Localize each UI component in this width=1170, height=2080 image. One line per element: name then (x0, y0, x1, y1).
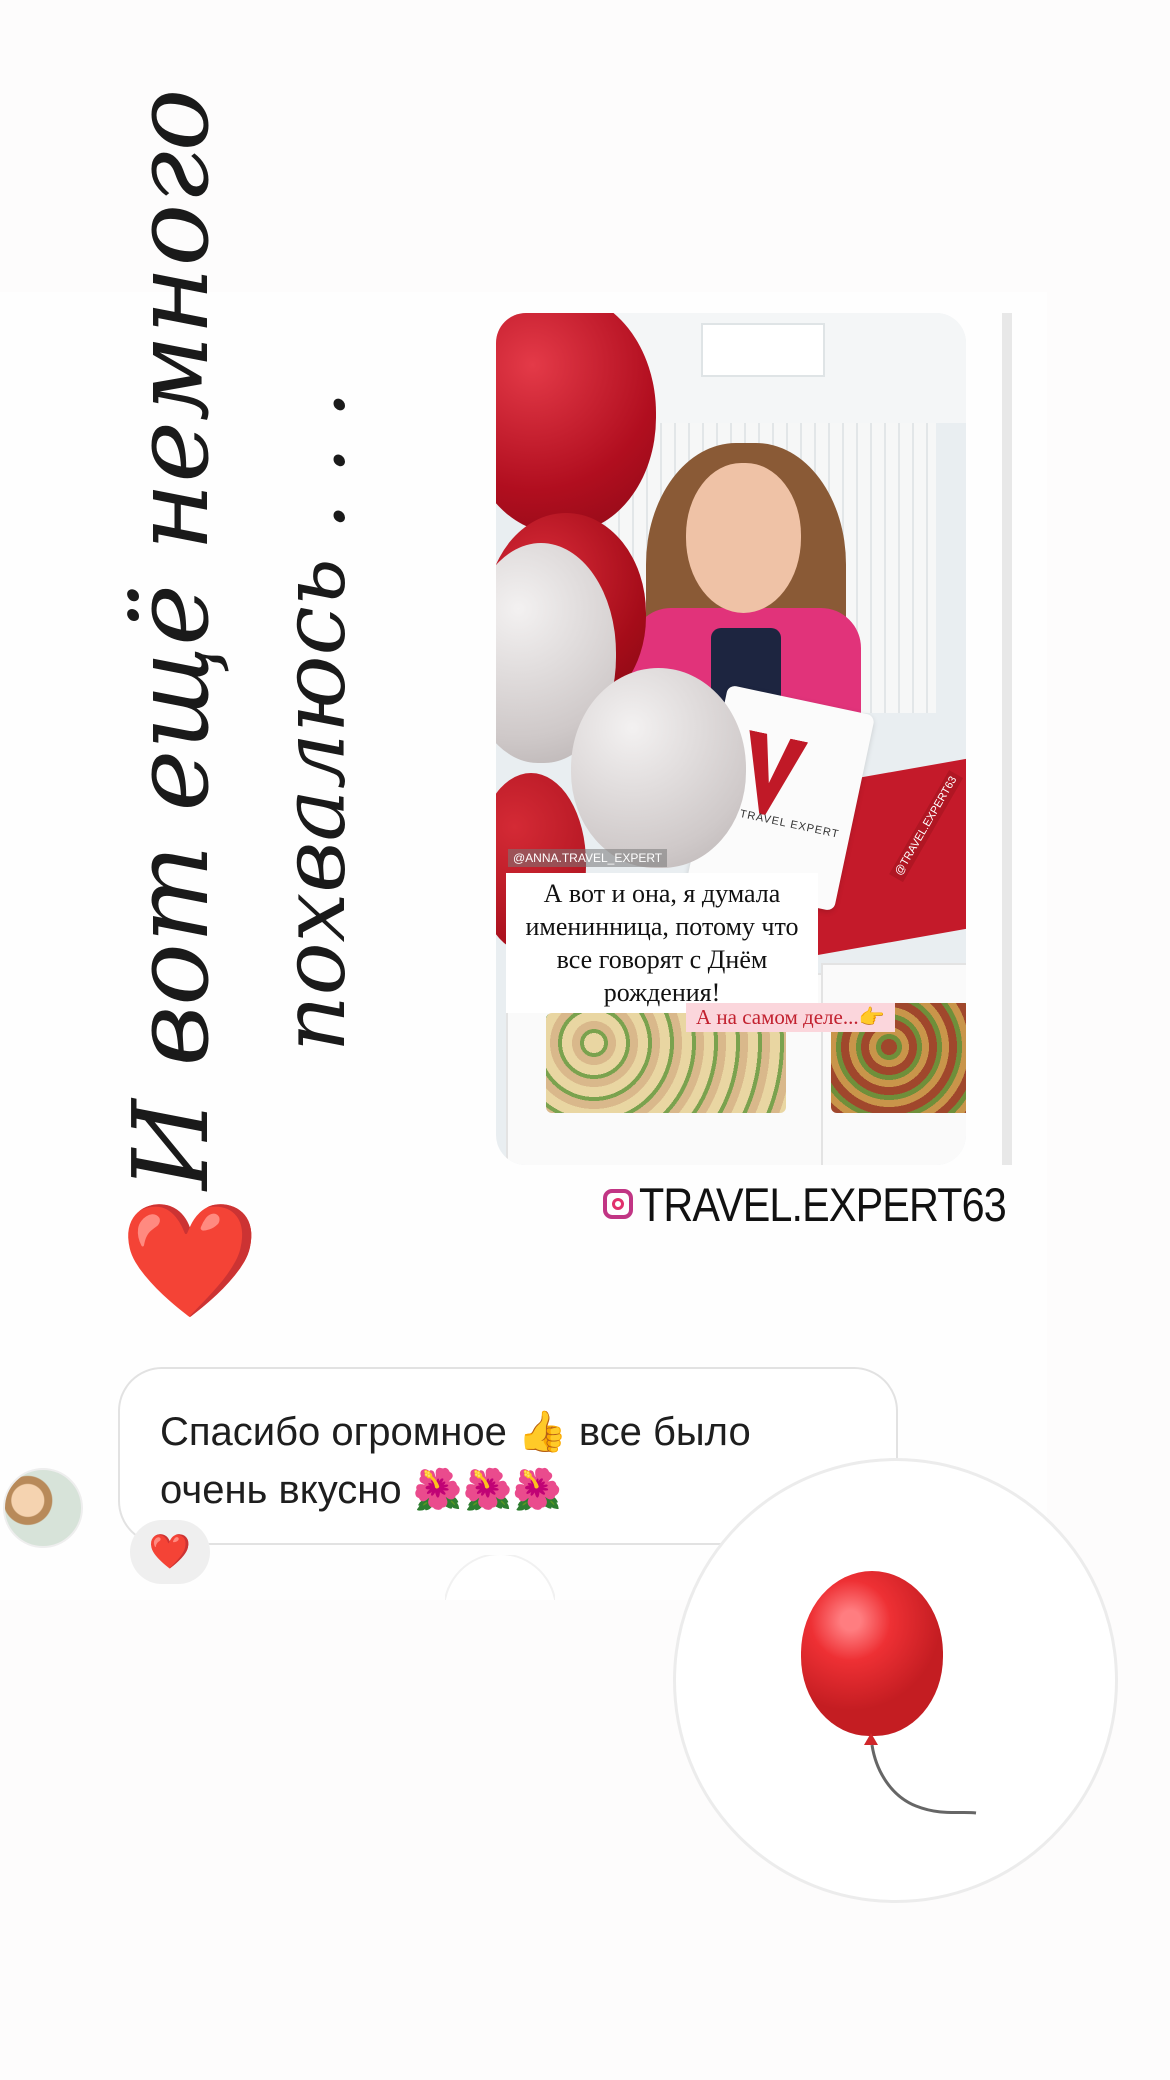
heart-reaction-icon[interactable]: ❤️ (130, 1520, 210, 1584)
balloon-string (870, 1744, 977, 1815)
bag-label: TRAVEL EXPERT (738, 807, 841, 841)
instagram-handle-text: TRAVEL.EXPERT63 (639, 1177, 1007, 1231)
headline-line2: похвалюсь . . . (262, 390, 365, 1052)
heart-icon: ❤️ (120, 1198, 260, 1323)
instagram-handle[interactable]: TRAVEL.EXPERT63 (603, 1177, 1056, 1231)
story-scroll-edge (1002, 313, 1012, 1165)
instagram-icon (603, 1189, 633, 1219)
avatar[interactable] (3, 1468, 83, 1548)
ceiling-lamp (701, 323, 825, 377)
headline-line1: И вот ещё немного (110, 88, 232, 1190)
person-face (686, 463, 801, 613)
story-caption: А вот и она, я думала именинница, потому… (506, 873, 818, 1013)
white-balloon (571, 668, 746, 868)
story-caption-secondary: А на самом деле...👉 (686, 1003, 895, 1032)
balloon-sticker[interactable] (673, 1458, 1118, 1903)
story-author-handle[interactable]: @ANNA.TRAVEL_EXPERT (508, 849, 668, 867)
reposted-story-card[interactable]: @TRAVEL.EXPERT63 TRAVEL EXPERT @ANNA.TRA… (496, 313, 966, 1165)
